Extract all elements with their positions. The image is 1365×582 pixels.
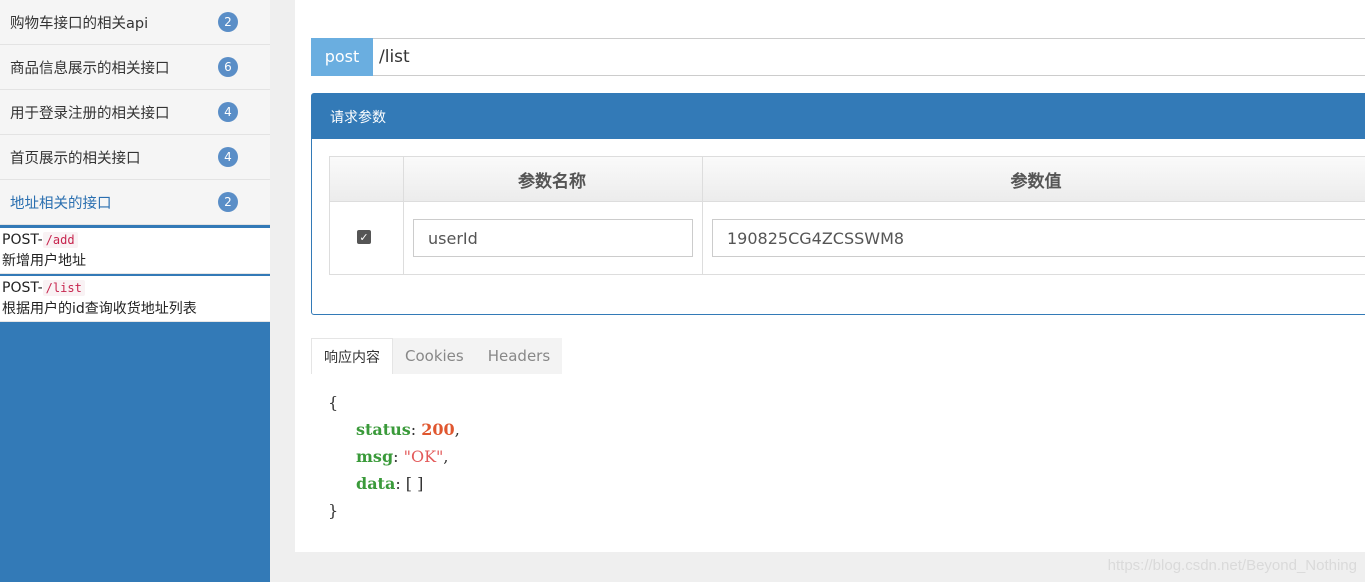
json-key: data <box>356 474 396 493</box>
json-key: msg <box>356 447 394 466</box>
json-close: } <box>328 501 339 520</box>
response-tabs: 响应内容 Cookies Headers <box>311 338 563 374</box>
column-divider <box>702 157 703 274</box>
sidebar-group-label: 商品信息展示的相关接口 <box>10 60 170 77</box>
endpoint-path: /list <box>42 280 85 296</box>
request-url[interactable]: /list <box>379 47 410 67</box>
json-number: 200 <box>421 420 455 439</box>
endpoint-list[interactable]: POST-/list 根据用户的id查询收货地址列表 <box>0 276 270 322</box>
json-open: { <box>328 393 339 412</box>
sidebar: 购物车接口的相关api 2 商品信息展示的相关接口 6 用于登录注册的相关接口 … <box>0 0 270 582</box>
sidebar-group-login[interactable]: 用于登录注册的相关接口 4 <box>0 90 270 135</box>
endpoint-desc: 新增用户地址 <box>2 253 86 269</box>
count-badge: 2 <box>218 192 238 212</box>
endpoint-path: /add <box>42 232 78 248</box>
endpoint-method: POST- <box>2 232 43 248</box>
count-badge: 2 <box>218 12 238 32</box>
main-panel: post /list 请求参数 参数名称 参数值 ✓ 响应内容 Cookies … <box>295 0 1365 552</box>
count-badge: 4 <box>218 102 238 122</box>
count-badge: 6 <box>218 57 238 77</box>
json-data-line: data: [ ] <box>356 474 424 493</box>
json-msg-line: msg: "OK", <box>356 447 449 466</box>
sidebar-group-address[interactable]: 地址相关的接口 2 <box>0 180 270 225</box>
param-value-input[interactable] <box>712 219 1365 257</box>
endpoint-add[interactable]: POST-/add 新增用户地址 <box>0 228 270 274</box>
params-panel-title: 请求参数 <box>312 94 1365 139</box>
tab-cookies[interactable]: Cookies <box>393 338 476 374</box>
sidebar-group-label: 购物车接口的相关api <box>10 15 149 32</box>
sidebar-group-cart[interactable]: 购物车接口的相关api 2 <box>0 0 270 45</box>
sidebar-group-label: 用于登录注册的相关接口 <box>10 105 170 122</box>
response-json: { status: 200, msg: "OK", data: [ ] } <box>328 389 460 524</box>
method-badge[interactable]: post <box>311 37 373 76</box>
sidebar-group-label: 地址相关的接口 <box>10 195 112 212</box>
params-panel: 请求参数 参数名称 参数值 ✓ <box>311 93 1365 315</box>
json-status-line: status: 200, <box>356 420 460 439</box>
param-name-header: 参数名称 <box>518 172 586 192</box>
column-divider <box>403 157 404 274</box>
param-name-input[interactable] <box>413 219 693 257</box>
endpoint-method: POST- <box>2 280 43 296</box>
params-table: 参数名称 参数值 ✓ <box>329 156 1365 275</box>
json-array: [ ] <box>405 474 424 493</box>
param-enable-checkbox[interactable]: ✓ <box>357 230 371 244</box>
params-table-header: 参数名称 参数值 <box>330 157 1365 202</box>
tab-headers[interactable]: Headers <box>475 338 563 374</box>
tab-response-body[interactable]: 响应内容 <box>311 338 393 374</box>
request-url-bar: post /list <box>311 37 1365 76</box>
sidebar-group-goods[interactable]: 商品信息展示的相关接口 6 <box>0 45 270 90</box>
sidebar-group-home[interactable]: 首页展示的相关接口 4 <box>0 135 270 180</box>
endpoint-desc: 根据用户的id查询收货地址列表 <box>2 301 197 317</box>
json-key: status <box>356 420 411 439</box>
sidebar-group-label: 首页展示的相关接口 <box>10 150 141 167</box>
watermark: https://blog.csdn.net/Beyond_Nothing <box>1107 557 1357 574</box>
json-string: "OK" <box>403 447 444 466</box>
param-value-header: 参数值 <box>1010 172 1062 192</box>
count-badge: 4 <box>218 147 238 167</box>
